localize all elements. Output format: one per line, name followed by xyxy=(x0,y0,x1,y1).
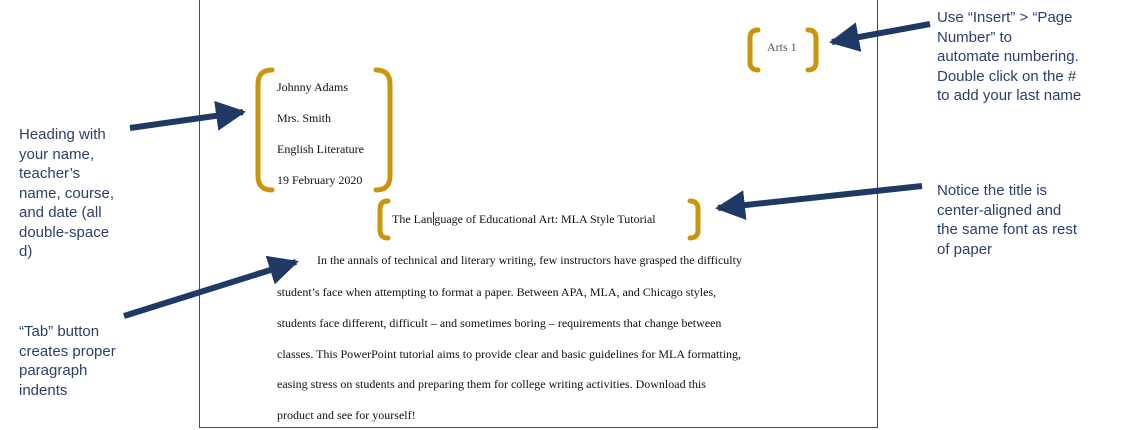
bracket-right-icon xyxy=(805,27,819,73)
bracket-left-icon xyxy=(377,198,391,241)
arrow-icon xyxy=(715,183,923,221)
arrow-icon xyxy=(123,255,299,319)
bracket-right-icon xyxy=(373,67,393,193)
bracket-right-icon xyxy=(687,198,701,241)
annotation-overlay xyxy=(123,21,931,319)
arrow-icon xyxy=(829,21,931,52)
bracket-left-icon xyxy=(255,67,275,193)
bracket-left-icon xyxy=(747,27,761,73)
arrow-icon xyxy=(129,100,246,131)
